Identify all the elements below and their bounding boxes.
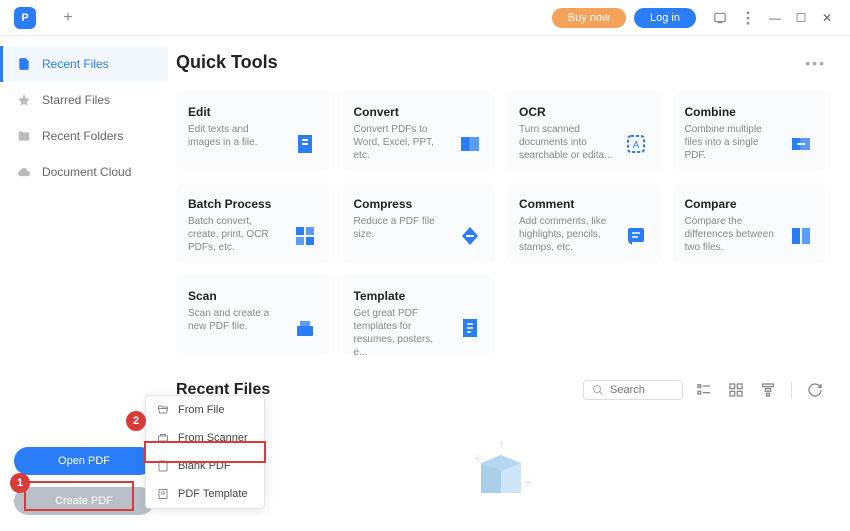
- sidebar: Recent Files Starred Files Recent Folder…: [0, 36, 168, 531]
- tool-desc: Batch convert, create, print, OCR PDFs, …: [188, 215, 284, 254]
- blank-page-icon: [156, 459, 170, 473]
- menu-item-label: Blank PDF: [178, 460, 231, 472]
- tool-title: Edit: [188, 105, 284, 119]
- login-button[interactable]: Log in: [634, 8, 696, 28]
- feedback-icon[interactable]: [710, 8, 730, 28]
- svg-text:+: +: [474, 450, 482, 466]
- menu-item-label: PDF Template: [178, 488, 248, 500]
- menu-icon[interactable]: [738, 8, 758, 28]
- menu-item-label: From File: [178, 404, 224, 416]
- tool-icon: [292, 315, 318, 341]
- tool-title: Batch Process: [188, 197, 284, 211]
- tool-card-comment[interactable]: Comment Add comments, like highlights, p…: [507, 183, 661, 263]
- menu-item-label: From Scanner: [178, 432, 248, 444]
- tool-desc: Scan and create a new PDF file.: [188, 307, 284, 333]
- tool-icon: [292, 223, 318, 249]
- titlebar: P + Buy now Log in — ☐ ✕: [0, 0, 850, 36]
- tool-title: Convert: [354, 105, 450, 119]
- tool-icon: [788, 131, 814, 157]
- tool-title: Compress: [354, 197, 450, 211]
- empty-state: + + +: [176, 415, 826, 505]
- cloud-icon: [16, 164, 32, 180]
- empty-box-illustration: + + +: [456, 435, 546, 505]
- tool-desc: Compare the differences between two file…: [685, 215, 781, 254]
- search-icon: [592, 384, 604, 396]
- search-input[interactable]: [610, 384, 674, 396]
- tool-icon: [457, 131, 483, 157]
- tool-title: Scan: [188, 289, 284, 303]
- sidebar-item-label: Starred Files: [42, 93, 110, 107]
- minimize-button[interactable]: —: [764, 7, 786, 29]
- sidebar-item-recent-folders[interactable]: Recent Folders: [0, 118, 168, 154]
- tool-desc: Convert PDFs to Word, Excel, PPT, etc.: [354, 123, 450, 162]
- tool-icon: [623, 223, 649, 249]
- sidebar-item-label: Recent Folders: [42, 129, 123, 143]
- menu-item-from-file[interactable]: From File: [146, 396, 264, 424]
- quick-tools-title: Quick Tools: [176, 52, 278, 73]
- sidebar-item-label: Recent Files: [42, 57, 109, 71]
- tool-card-template[interactable]: Template Get great PDF templates for res…: [342, 275, 496, 355]
- list-view-icon[interactable]: [693, 379, 715, 401]
- tool-title: OCR: [519, 105, 615, 119]
- sidebar-item-document-cloud[interactable]: Document Cloud: [0, 154, 168, 190]
- tool-title: Compare: [685, 197, 781, 211]
- callout-badge-1: 1: [10, 473, 30, 493]
- menu-item-blank-pdf[interactable]: Blank PDF: [146, 452, 264, 480]
- tool-desc: Turn scanned documents into searchable o…: [519, 123, 615, 162]
- svg-text:+: +: [524, 474, 532, 490]
- grid-view-icon[interactable]: [725, 379, 747, 401]
- tool-title: Comment: [519, 197, 615, 211]
- new-tab-button[interactable]: +: [56, 6, 80, 30]
- create-pdf-menu: From File From Scanner Blank PDF PDF Tem…: [145, 395, 265, 509]
- main-content: Quick Tools ••• Edit Edit texts and imag…: [168, 36, 850, 531]
- tool-grid: Edit Edit texts and images in a file. Co…: [176, 91, 826, 355]
- more-options-icon[interactable]: •••: [805, 55, 826, 71]
- tool-card-scan[interactable]: Scan Scan and create a new PDF file.: [176, 275, 330, 355]
- svg-text:+: +: [498, 436, 505, 450]
- menu-item-from-scanner[interactable]: From Scanner: [146, 424, 264, 452]
- app-logo: P: [14, 7, 36, 29]
- buy-now-button[interactable]: Buy now: [552, 8, 626, 28]
- tool-card-convert[interactable]: Convert Convert PDFs to Word, Excel, PPT…: [342, 91, 496, 171]
- tool-icon: [457, 315, 483, 341]
- tool-icon: [788, 223, 814, 249]
- star-icon: [16, 92, 32, 108]
- maximize-button[interactable]: ☐: [790, 7, 812, 29]
- tool-desc: Combine multiple files into a single PDF…: [685, 123, 781, 162]
- menu-item-pdf-template[interactable]: PDF Template: [146, 480, 264, 508]
- tool-icon: [292, 131, 318, 157]
- file-icon: [16, 56, 32, 72]
- refresh-icon[interactable]: [804, 379, 826, 401]
- divider: [791, 382, 792, 398]
- folder-icon: [16, 128, 32, 144]
- search-box[interactable]: [583, 380, 683, 400]
- callout-badge-2: 2: [126, 411, 146, 431]
- template-icon: [156, 487, 170, 501]
- filter-icon[interactable]: [757, 379, 779, 401]
- folder-open-icon: [156, 403, 170, 417]
- tool-title: Template: [354, 289, 450, 303]
- tool-icon: [457, 223, 483, 249]
- svg-text:A: A: [632, 140, 639, 151]
- tool-card-combine[interactable]: Combine Combine multiple files into a si…: [673, 91, 827, 171]
- tool-card-compress[interactable]: Compress Reduce a PDF file size.: [342, 183, 496, 263]
- tool-icon: A: [623, 131, 649, 157]
- sidebar-item-starred-files[interactable]: Starred Files: [0, 82, 168, 118]
- create-pdf-button[interactable]: Create PDF: [14, 487, 154, 515]
- sidebar-item-label: Document Cloud: [42, 165, 131, 179]
- tool-card-edit[interactable]: Edit Edit texts and images in a file.: [176, 91, 330, 171]
- tool-desc: Reduce a PDF file size.: [354, 215, 450, 241]
- scanner-icon: [156, 431, 170, 445]
- tool-desc: Get great PDF templates for resumes, pos…: [354, 307, 450, 359]
- open-pdf-button[interactable]: Open PDF: [14, 447, 154, 475]
- close-button[interactable]: ✕: [816, 7, 838, 29]
- tool-card-ocr[interactable]: OCR Turn scanned documents into searchab…: [507, 91, 661, 171]
- tool-card-compare[interactable]: Compare Compare the differences between …: [673, 183, 827, 263]
- tool-title: Combine: [685, 105, 781, 119]
- sidebar-item-recent-files[interactable]: Recent Files: [0, 46, 168, 82]
- tool-desc: Edit texts and images in a file.: [188, 123, 284, 149]
- tool-card-batch-process[interactable]: Batch Process Batch convert, create, pri…: [176, 183, 330, 263]
- tool-desc: Add comments, like highlights, pencils, …: [519, 215, 615, 254]
